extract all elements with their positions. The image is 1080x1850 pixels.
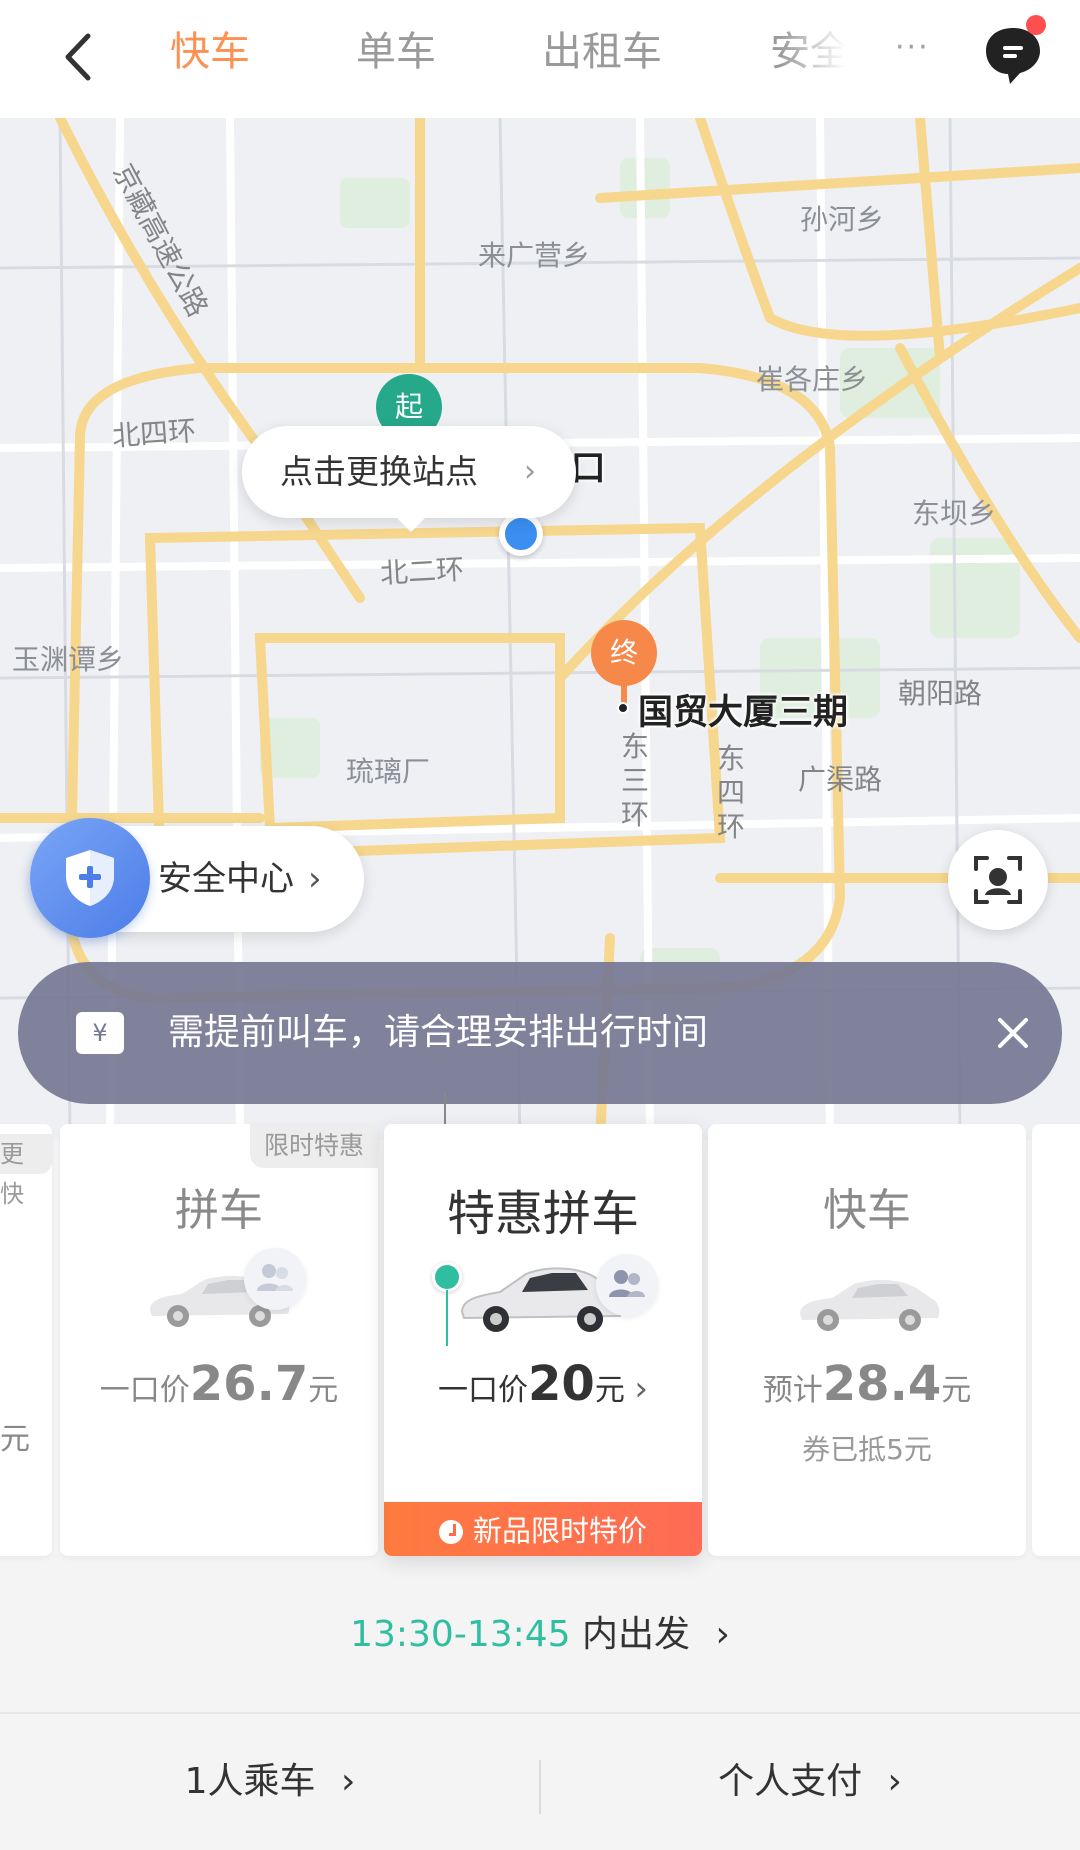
end-point-dot	[617, 702, 629, 714]
map-label-beierhuan: 北二环	[379, 552, 465, 591]
departure-suffix: 内出发	[570, 1614, 691, 1655]
route-stop-stem	[446, 1290, 448, 1346]
card-title: 拼车	[175, 1185, 263, 1236]
car-card-pinche[interactable]: 限时特惠 拼车 一口价26.7元	[60, 1124, 378, 1556]
end-pin[interactable]: 终	[591, 620, 657, 686]
map-label-sunhe: 孙河乡	[800, 203, 885, 236]
end-location-name[interactable]: 国贸大厦三期	[638, 684, 848, 735]
limited-offer-tag: 限时特惠	[249, 1124, 378, 1168]
change-station-bubble[interactable]: 点击更换站点 ›	[242, 426, 576, 518]
promo-banner-label: 新品限时特价	[472, 1514, 647, 1548]
scan-locate-icon	[974, 856, 1022, 904]
locate-button[interactable]	[948, 830, 1048, 930]
price-value: 28.4	[822, 1356, 942, 1412]
chevron-right-icon: ›	[524, 454, 536, 489]
departure-time-selector[interactable]: 13:30-13:45 内出发 ›	[0, 1580, 1080, 1690]
card-price[interactable]: 一口价20元 ›	[384, 1356, 702, 1412]
shield-icon	[66, 850, 114, 906]
card-title: 快车	[823, 1185, 911, 1236]
chevron-right-icon: ›	[340, 1761, 356, 1802]
map-label-guangqu: 广渠路	[798, 763, 883, 796]
route-stop-marker	[432, 1262, 462, 1292]
price-unit: 元	[308, 1373, 339, 1408]
clock-icon	[438, 1520, 463, 1544]
safety-center-button[interactable]: 安全中心 ›	[30, 818, 364, 938]
promo-banner: 新品限时特价	[384, 1496, 702, 1556]
tab-chuzuche[interactable]: 出租车	[542, 24, 662, 80]
card-title: 特惠拼车	[446, 1186, 639, 1242]
card-price: 预计28.4元	[708, 1356, 1026, 1412]
card-price-unit: 元	[0, 1422, 30, 1457]
price-unit: 元	[941, 1373, 972, 1408]
tab-danche[interactable]: 单车	[356, 24, 436, 80]
back-arrow-icon	[65, 33, 91, 81]
map-label-laiguangying: 来广营乡	[478, 239, 591, 272]
coupon-note: 券已抵5元	[802, 1433, 932, 1466]
payment-method-button[interactable]: 个人支付 ›	[540, 1714, 1080, 1850]
notice-close-button[interactable]	[988, 1008, 1038, 1058]
car-card-kuaiche[interactable]: 快车 预计28.4元 券已抵5元	[708, 1124, 1026, 1556]
price-value: 20	[528, 1356, 595, 1412]
map-label-dongsihuan: 东四环	[716, 742, 745, 843]
price-value: 26.7	[189, 1356, 309, 1412]
price-prefix: 一口价	[438, 1373, 529, 1408]
chevron-right-icon: ›	[308, 859, 322, 899]
safety-shield-badge	[30, 818, 150, 938]
car-card-partial-right[interactable]	[1032, 1124, 1080, 1556]
tab-fade	[780, 0, 890, 118]
more-tabs-button[interactable]: ···	[895, 30, 930, 65]
price-prefix: 一口价	[99, 1373, 190, 1408]
close-icon	[998, 1018, 1028, 1048]
map-label-dongba: 东坝乡	[912, 497, 997, 530]
car-type-carousel[interactable]: 更快 元 限时特惠 拼车 一口价26.7元 特惠拼车 一口价20元 › 新品限时…	[0, 1120, 1080, 1560]
car-card-partial-left[interactable]: 更快 元	[0, 1124, 52, 1556]
safety-center-label: 安全中心	[158, 859, 294, 899]
change-station-label: 点击更换站点	[280, 452, 478, 491]
card-tag: 更快	[0, 1134, 52, 1208]
chevron-right-icon: ›	[887, 1761, 902, 1802]
map-label-cuigezhuang: 崔各庄乡	[756, 363, 869, 396]
payment-method-label: 个人支付	[718, 1761, 863, 1802]
back-button[interactable]	[50, 22, 120, 92]
car-icon	[800, 1279, 940, 1331]
car-card-tehui-pinche[interactable]: 特惠拼车 一口价20元 › 新品限时特价	[384, 1124, 702, 1556]
group-icon	[257, 1264, 293, 1291]
map-label-dongsanhuan: 东三环	[620, 730, 649, 831]
current-location-dot	[499, 512, 543, 556]
map-label-beisihuan: 北四环	[111, 414, 198, 453]
price-unit: 元	[594, 1373, 625, 1408]
bubble-tail	[395, 516, 427, 532]
group-icon	[609, 1270, 645, 1297]
notice-banner: ¥ 需提前叫车，请合理安排出行时间	[18, 962, 1062, 1104]
unread-dot	[1026, 15, 1046, 35]
map-label-chaoyang-rd: 朝阳路	[898, 677, 983, 710]
yuan-icon: ¥	[76, 1012, 124, 1054]
chevron-right-icon: ›	[715, 1614, 730, 1655]
ride-hailing-screen: 快车 单车 出租车 安全 ···	[0, 0, 1080, 1850]
passenger-count-button[interactable]: 1人乘车 ›	[0, 1714, 540, 1850]
passenger-count-label: 1人乘车	[184, 1761, 316, 1802]
pax-badge	[244, 1248, 306, 1310]
chevron-right-icon: ›	[634, 1369, 648, 1409]
bottom-options-bar: 1人乘车 › 个人支付 ›	[0, 1714, 1080, 1850]
pax-badge	[596, 1254, 658, 1316]
top-nav: 快车 单车 出租车 安全 ···	[0, 0, 1080, 118]
map-label-liulichang: 琉璃厂	[346, 755, 431, 788]
price-prefix: 预计	[762, 1373, 823, 1408]
departure-time: 13:30-13:45	[350, 1614, 571, 1655]
notice-text: 需提前叫车，请合理安排出行时间	[168, 1012, 709, 1053]
card-price: 一口价26.7元	[60, 1356, 378, 1412]
map-label-yuyuantan: 玉渊谭乡	[12, 643, 125, 676]
tab-kuaiche[interactable]: 快车	[170, 24, 250, 80]
